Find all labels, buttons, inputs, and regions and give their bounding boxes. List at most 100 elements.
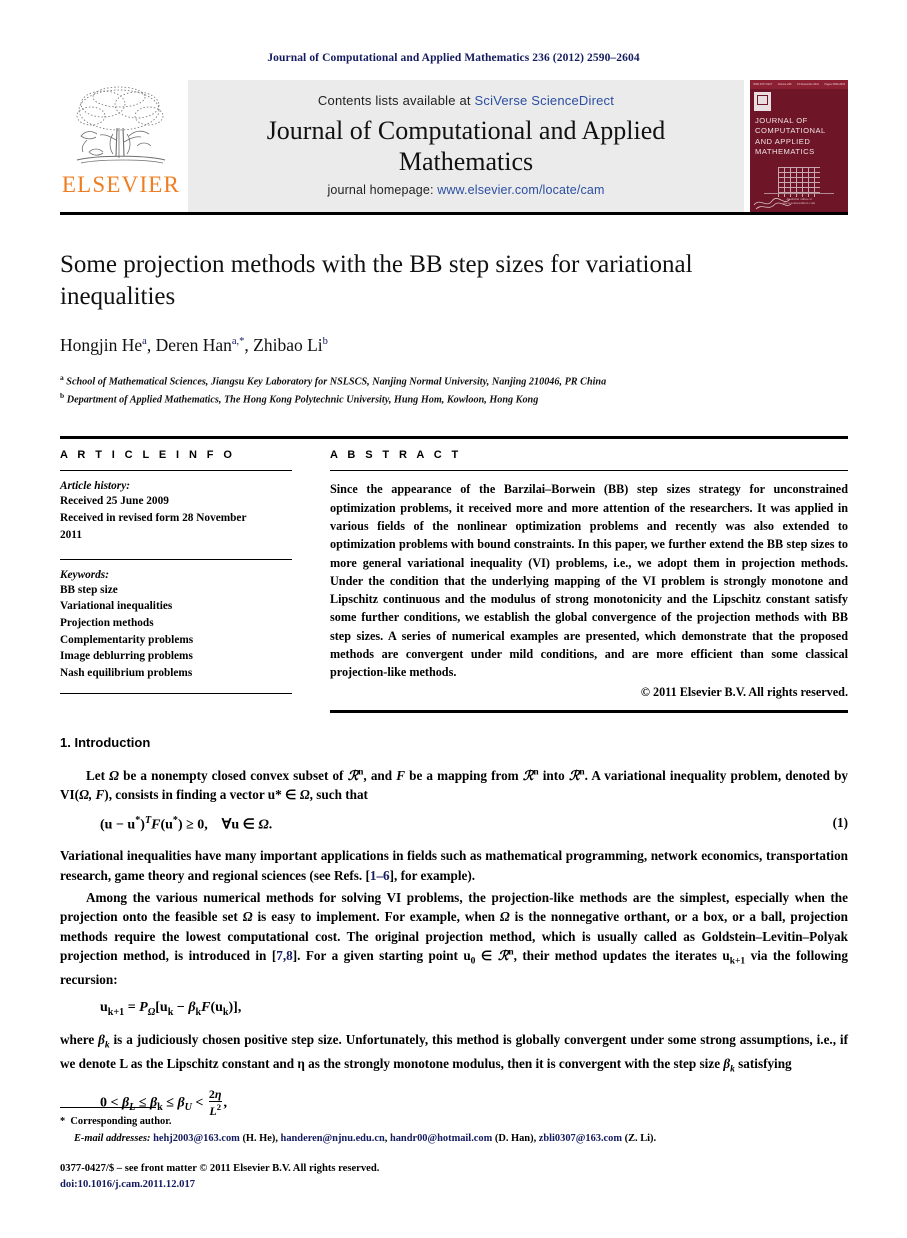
author-name[interactable]: Hongjin He [60,335,142,355]
article-history-line: Received 25 June 2009 [60,495,169,508]
para-fragment: ), consists in finding a vector u* ∈ [104,787,300,803]
footnote-divider [60,1107,156,1108]
para-fragment: where [60,1031,99,1047]
abstract-heading: A B S T R A C T [330,449,462,462]
contents-prefix: Contents lists available at [317,93,475,109]
symbol-omega: Ω [499,909,510,925]
abstract-text: Since the appearance of the Barzilai–Bor… [330,482,848,680]
email-link[interactable]: handr00@hotmail.com [390,1133,492,1144]
paper-page: Journal of Computational and Applied Mat… [0,0,907,1238]
para-fragment: Let [86,767,110,783]
symbol-omega: Ω [242,909,253,925]
para-fragment: be a nonempty closed convex subset of [119,767,348,783]
author-name[interactable]: Zhibao Li [253,335,323,355]
homepage-prefix: journal homepage: [327,182,438,197]
homepage-url-link[interactable]: www.elsevier.com/locate/cam [437,183,604,197]
author-name[interactable]: Deren Han [156,335,232,355]
cover-foot-line-2: www.sciencedirect.com [782,201,816,205]
symbol-omega: Ω [299,787,310,803]
para-fragment: , such that [309,787,368,803]
journal-title: Journal of Computational and Applied Mat… [266,116,666,176]
corresponding-author-text: Corresponding author. [70,1116,172,1127]
cover-journal-title: JOURNAL OF COMPUTATIONAL AND APPLIED MAT… [755,116,826,156]
keyword-item: Complementarity problems [60,633,194,646]
affiliation-list: a School of Mathematical Sciences, Jiang… [60,372,847,408]
author-separator: , [244,335,254,355]
article-history-label: Article history: [60,480,130,493]
cover-elsevier-mark-icon [754,92,771,111]
symbol-beta-k: βk [723,1055,735,1075]
contents-available-line: Contents lists available at SciVerse Sci… [318,93,614,108]
keyword-item: BB step size [60,583,118,596]
page-title: Some projection methods with the BB step… [60,251,693,310]
citation-link[interactable]: 1–6 [370,868,390,883]
equation-row-1: (u − u*)TF(u*) ≥ 0, ∀u ∈ Ω. (1) [60,815,848,834]
journal-masthead: ELSEVIER Contents lists available at Sci… [60,80,848,215]
sciencedirect-link[interactable]: SciVerse ScienceDirect [475,93,615,108]
journal-cover-thumbnail: ISSN 0377-0427 Volume 236 15 December 20… [750,80,848,212]
footnote-region: * Corresponding author. E-mail addresses… [60,1107,850,1192]
info-divider-bottom [60,692,292,694]
equation-1-expression: (u − u*)TF(u*) ≥ 0, ∀u ∈ Ω. [100,815,273,834]
journal-banner: Contents lists available at SciVerse Sci… [188,80,744,212]
citation-link[interactable]: 7,8 [276,948,292,963]
info-divider-keywords [60,558,292,560]
cover-issn: ISSN 0377-0427 [753,83,773,86]
abstract-divider-top [330,470,848,472]
symbol-rn: ℛn [568,767,585,783]
para-fragment: is easy to implement. For example, when [252,909,500,925]
affiliation-mark: a [60,373,64,382]
article-history-line: 2011 [60,528,82,541]
keyword-item: Image deblurring problems [60,650,193,663]
email-link[interactable]: handeren@njnu.edu.cn [281,1133,385,1144]
elsevier-tree-icon [76,86,166,164]
article-info-column: A R T I C L E I N F O Article history: R… [60,439,292,712]
paragraph-definition: Let Ω be a nonempty closed convex subset… [60,766,848,805]
email-note: E-mail addresses: hehj2003@163.com (H. H… [74,1132,657,1144]
keyword-item: Projection methods [60,617,154,629]
title-block: Some projection methods with the BB step… [60,249,847,408]
affiliation-text: School of Mathematical Sciences, Jiangsu… [66,376,607,388]
section-heading-introduction: 1. Introduction [60,734,151,750]
paragraph-projection-methods: Among the various numerical methods for … [60,889,849,987]
email-link[interactable]: zbli0307@163.com [539,1133,622,1144]
keyword-item: Variational inequalities [60,600,173,613]
imprint-block: 0377-0427/$ – see front matter © 2011 El… [60,1161,850,1192]
paragraph-step-size: where βk is a judiciously chosen positiv… [60,1030,848,1077]
para-fragment: satisfying [734,1055,792,1071]
email-owner: (D. Han) [494,1132,534,1144]
symbol-omega: Ω [109,767,120,783]
para-fragment: into [538,767,569,783]
email-link[interactable]: hehj2003@163.com [153,1133,240,1144]
symbol-f: F [396,767,405,783]
cover-footer-block: Available online at www.sciencedirect.co… [750,189,848,205]
email-owner: (Z. Li) [624,1132,654,1144]
running-head: Journal of Computational and Applied Mat… [267,52,640,64]
column-gap [292,439,330,712]
affiliation-item: a School of Mathematical Sciences, Jiang… [60,372,847,390]
doi-link[interactable]: doi:10.1016/j.cam.2011.12.017 [60,1177,850,1192]
equation-row-recursion: uk+1 = PΩ[uk − βkF(uk)], [60,1000,848,1018]
article-history-line: Received in revised form 28 November [60,512,247,525]
cover-pages: Pages 2590-2604 [824,83,845,86]
equation-recursion-expression: uk+1 = PΩ[uk − βkF(uk)], [100,1000,242,1018]
cover-date: 15 December 2011 [797,83,819,86]
paragraph-applications: Variational inequalities have many impor… [60,848,848,883]
elsevier-wordmark: ELSEVIER [61,172,181,197]
abstract-column: A B S T R A C T Since the appearance of … [330,439,848,713]
symbol-omega-f: Ω, F [79,787,105,803]
para-fragment: be a mapping from [405,767,523,783]
cover-volume: Volume 236 [777,83,792,86]
info-divider-top [60,470,292,472]
cover-divider [764,193,834,194]
journal-homepage-line: journal homepage: www.elsevier.com/locat… [327,183,604,197]
affiliation-item: b Department of Applied Mathematics, The… [60,390,847,408]
author-affil-mark: b [322,336,328,348]
asterisk-icon: * [60,1116,66,1127]
author-affil-mark: a,* [231,336,245,348]
corresponding-author-note: * Corresponding author. [60,1114,850,1131]
abstract-copyright: © 2011 Elsevier B.V. All rights reserved… [640,684,848,699]
elsevier-logo: ELSEVIER [60,80,182,212]
author-list: Hongjin Hea, Deren Hana,*, Zhibao Lib [60,335,847,356]
